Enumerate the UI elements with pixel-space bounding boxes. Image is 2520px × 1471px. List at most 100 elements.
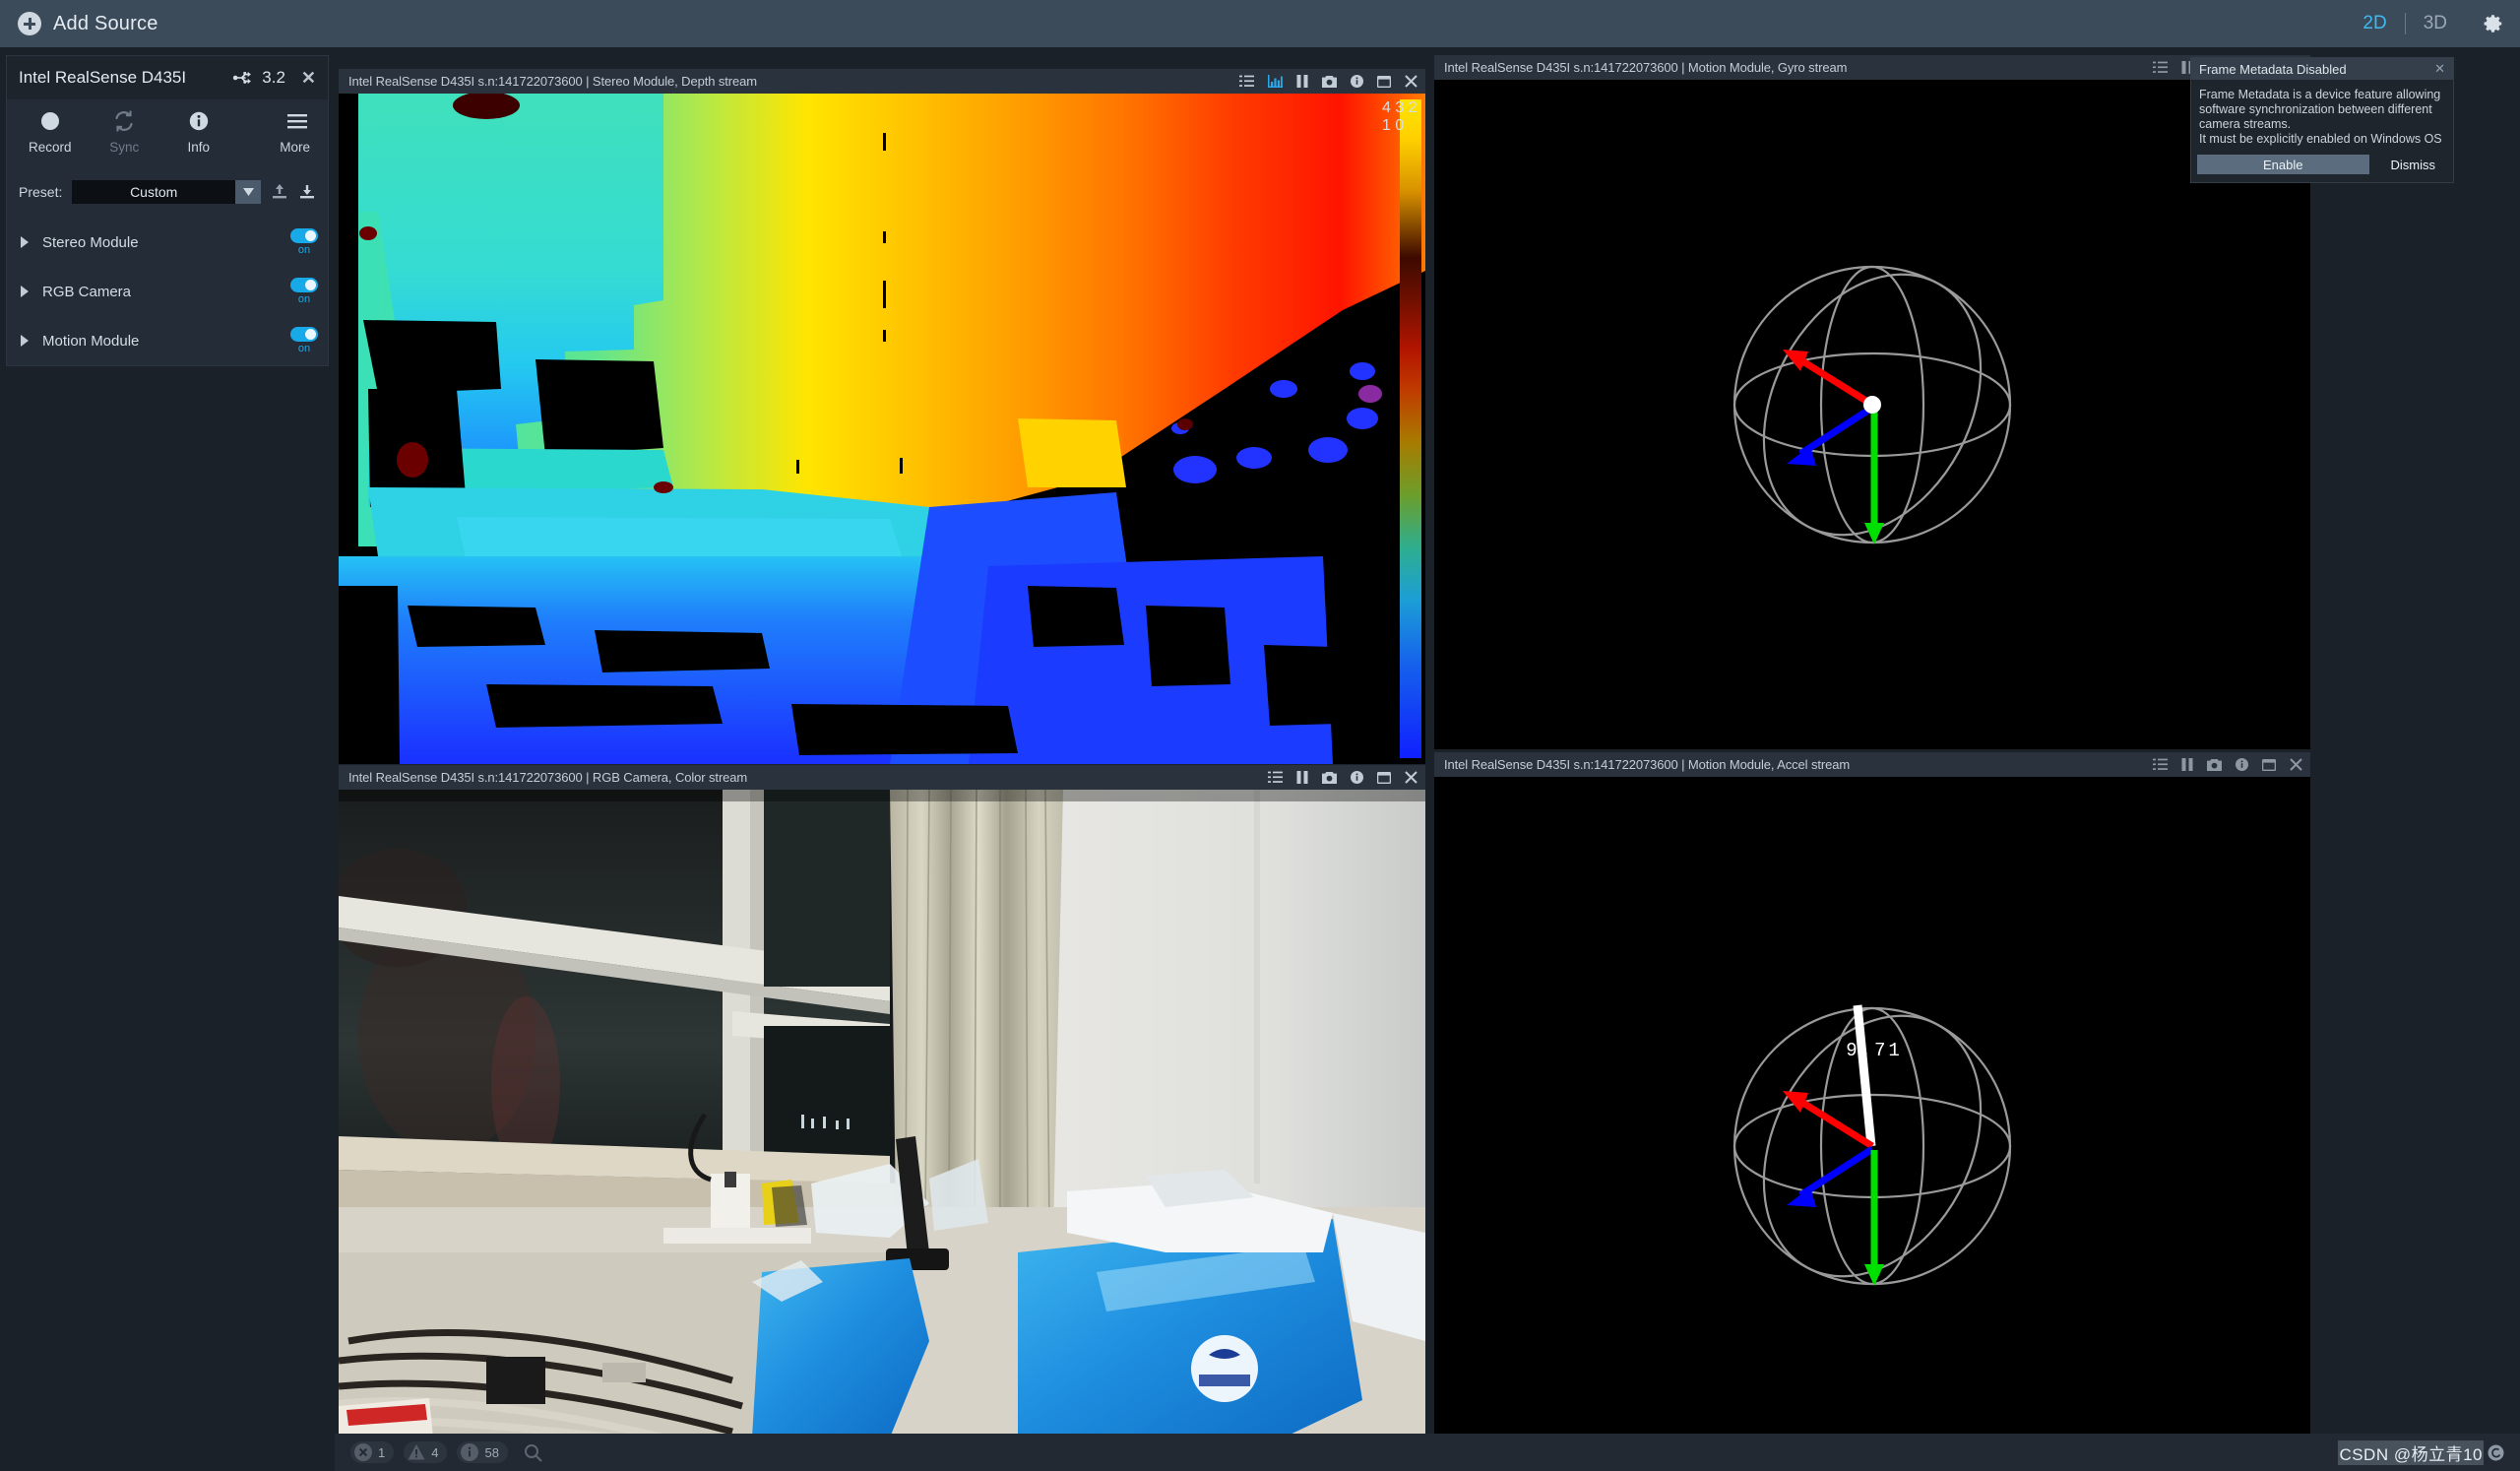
watermark-text: CSDN @杨立青10	[2338, 1440, 2484, 1465]
notification-header: Frame Metadata Disabled ✕	[2191, 58, 2453, 80]
accel-stream-panel: Intel RealSense D435I s.n:141722073600 |…	[1434, 752, 2310, 1438]
accel-stream-toolbar	[2153, 758, 2302, 771]
info-circle-icon[interactable]	[1351, 75, 1363, 88]
preset-select[interactable]: Custom	[72, 180, 261, 204]
sync-button[interactable]: Sync	[88, 109, 162, 174]
mode-2d-button[interactable]: 2D	[2345, 13, 2404, 34]
pause-icon[interactable]	[1296, 75, 1308, 88]
accel-stream-title: Intel RealSense D435I s.n:141722073600 |…	[1444, 757, 1850, 772]
pause-icon[interactable]	[2181, 758, 2193, 771]
record-label: Record	[29, 140, 72, 155]
close-icon[interactable]	[1405, 771, 1418, 784]
depth-stream-panel: Intel RealSense D435I s.n:141722073600 |…	[339, 69, 1425, 764]
color-stream-body[interactable]	[339, 790, 1425, 1438]
toggle-state-label: on	[298, 293, 310, 305]
info-circle-icon[interactable]	[1351, 771, 1363, 784]
rgb-camera-toggle[interactable]	[290, 278, 318, 292]
gyro-stream-title: Intel RealSense D435I s.n:141722073600 |…	[1444, 60, 1847, 75]
mode-3d-button[interactable]: 3D	[2406, 13, 2465, 34]
color-stream-panel: Intel RealSense D435I s.n:141722073600 |…	[339, 765, 1425, 1438]
plus-circle-icon	[18, 12, 41, 35]
sidebar-item-rgb-camera[interactable]: RGB Camera on	[7, 267, 328, 316]
sidebar-item-stereo-module[interactable]: Stereo Module on	[7, 218, 328, 267]
motion-module-toggle[interactable]	[290, 327, 318, 342]
chevron-right-icon[interactable]	[21, 236, 29, 248]
close-icon[interactable]	[1405, 75, 1418, 88]
device-sidebar: Intel RealSense D435I 3.2 ✕ Record	[0, 47, 335, 1471]
enable-button[interactable]: Enable	[2197, 155, 2369, 174]
list-settings-icon[interactable]	[2153, 61, 2168, 74]
module-toggle-wrap: on	[290, 228, 318, 256]
usb-icon	[232, 71, 254, 85]
chevron-right-icon[interactable]	[21, 286, 29, 297]
module-name: RGB Camera	[42, 284, 131, 300]
accel-orientation-widget: 9.71	[1434, 777, 2310, 1438]
accel-stream-titlebar: Intel RealSense D435I s.n:141722073600 |…	[1434, 752, 2310, 777]
info-badge[interactable]: 58	[457, 1441, 507, 1463]
view-mode-controls: 2D 3D	[2345, 0, 2504, 47]
module-toggle-wrap: on	[290, 278, 318, 305]
info-circle-icon[interactable]	[2236, 758, 2248, 771]
metrics-chart-icon[interactable]	[1268, 75, 1283, 88]
more-button[interactable]: More	[236, 109, 323, 174]
stream-viewport: Intel RealSense D435I s.n:141722073600 |…	[335, 47, 2520, 1424]
warning-badge[interactable]: 4	[404, 1441, 447, 1463]
device-card: Intel RealSense D435I 3.2 ✕ Record	[6, 55, 329, 366]
gyro-orientation-widget	[1434, 80, 2310, 749]
sync-label: Sync	[109, 140, 139, 155]
list-settings-icon[interactable]	[2153, 758, 2168, 771]
accel-stream-body[interactable]: 9.71	[1434, 777, 2310, 1438]
close-icon[interactable]: ✕	[2434, 61, 2445, 77]
record-button[interactable]: Record	[13, 109, 88, 174]
add-source-label: Add Source	[53, 13, 158, 35]
color-stream-toolbar	[1268, 771, 1418, 784]
preset-label: Preset:	[19, 184, 62, 200]
error-badge[interactable]: 1	[350, 1441, 394, 1463]
close-icon[interactable]: ✕	[293, 68, 316, 89]
module-toggle-wrap: on	[290, 327, 318, 354]
gyro-origin-point	[1863, 396, 1881, 414]
info-circle-icon	[461, 1443, 478, 1461]
list-settings-icon[interactable]	[1268, 771, 1283, 784]
accel-axis-z	[1800, 1149, 1872, 1195]
accel-axis-x	[1796, 1099, 1872, 1146]
close-icon[interactable]	[2290, 758, 2302, 771]
stereo-module-toggle[interactable]	[290, 228, 318, 243]
gyro-stream-titlebar: Intel RealSense D435I s.n:141722073600 |…	[1434, 55, 2310, 80]
preset-value: Custom	[72, 184, 235, 200]
depth-stream-titlebar: Intel RealSense D435I s.n:141722073600 |…	[339, 69, 1425, 94]
chevron-right-icon[interactable]	[21, 335, 29, 347]
color-stream-titlebar: Intel RealSense D435I s.n:141722073600 |…	[339, 765, 1425, 790]
notification-buttons: Enable Dismiss	[2191, 153, 2453, 182]
add-source-button[interactable]: Add Source	[0, 0, 158, 47]
sidebar-item-motion-module[interactable]: Motion Module on	[7, 316, 328, 365]
list-settings-icon[interactable]	[1239, 75, 1254, 88]
info-button[interactable]: Info	[161, 109, 236, 174]
window-icon[interactable]	[1377, 772, 1391, 784]
watermark: CSDN @杨立青10	[2338, 1440, 2504, 1465]
gyro-stream-body[interactable]	[1434, 80, 2310, 749]
camera-snapshot-icon[interactable]	[1322, 75, 1337, 88]
gyro-stream-panel: Intel RealSense D435I s.n:141722073600 |…	[1434, 55, 2310, 749]
pause-icon[interactable]	[1296, 771, 1308, 784]
depth-stream-body[interactable]: 4 3 2 1 0	[339, 94, 1425, 764]
camera-snapshot-icon[interactable]	[2207, 758, 2222, 771]
search-icon[interactable]	[524, 1443, 542, 1462]
window-icon[interactable]	[2262, 759, 2276, 771]
accel-axis-x-arrow	[1783, 1091, 1808, 1113]
gyro-axis-x	[1796, 357, 1872, 405]
chevron-down-icon[interactable]	[235, 180, 261, 204]
module-name: Motion Module	[42, 333, 139, 350]
dismiss-button[interactable]: Dismiss	[2379, 155, 2448, 174]
color-stream-title: Intel RealSense D435I s.n:141722073600 |…	[348, 770, 747, 785]
toggle-state-label: on	[298, 244, 310, 256]
upload-icon[interactable]	[271, 183, 288, 201]
gear-icon[interactable]	[2483, 13, 2504, 34]
window-icon[interactable]	[1377, 76, 1391, 88]
download-icon[interactable]	[298, 183, 316, 201]
more-label: More	[280, 140, 310, 155]
camera-snapshot-icon[interactable]	[1322, 771, 1337, 784]
toggle-state-label: on	[298, 343, 310, 354]
color-image	[339, 790, 1425, 1438]
info-label: Info	[187, 140, 210, 155]
